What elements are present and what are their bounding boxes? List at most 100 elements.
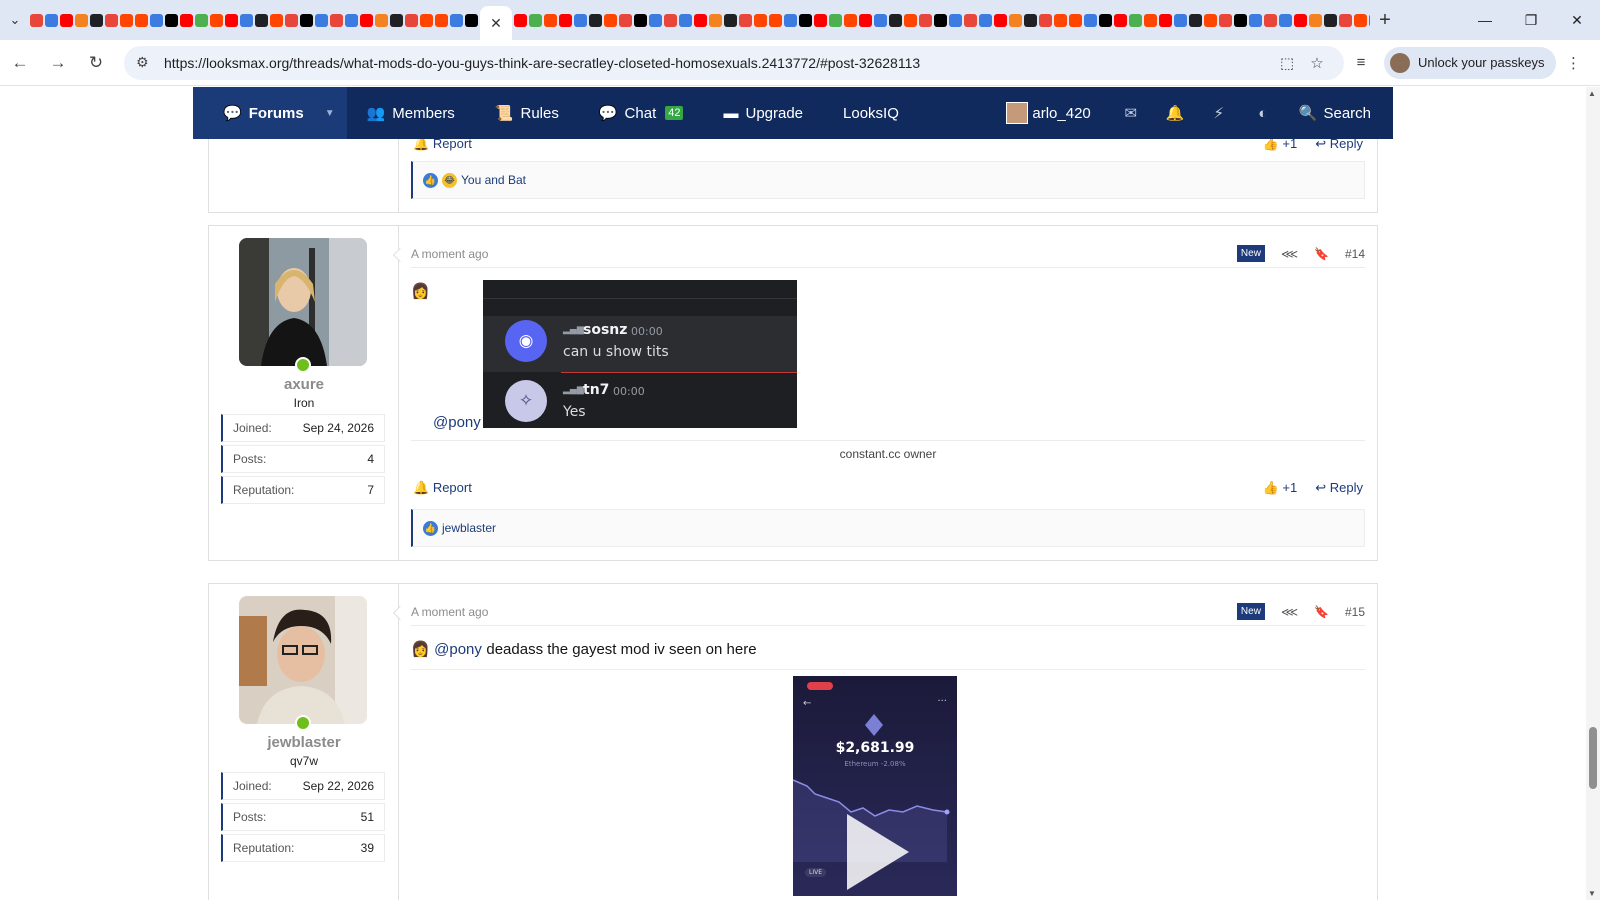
reply-button[interactable]: ↩ Reply: [1315, 480, 1363, 496]
tab-favicon-icon[interactable]: [1174, 13, 1187, 27]
mention-link[interactable]: @pony: [434, 641, 482, 658]
close-window-icon[interactable]: ✕: [1554, 0, 1600, 40]
install-app-icon[interactable]: ⬚: [1272, 54, 1302, 72]
tab-favicon-icon[interactable]: [180, 13, 193, 27]
tab-favicon-icon[interactable]: [799, 13, 812, 27]
bookmark-star-icon[interactable]: ☆: [1302, 54, 1332, 72]
tab-favicon-icon[interactable]: [589, 13, 602, 27]
tab-favicon-icon[interactable]: [195, 13, 208, 27]
post-number[interactable]: #15: [1345, 605, 1365, 619]
page-scrollbar[interactable]: ▲ ▼: [1586, 87, 1600, 900]
toggle-icon[interactable]: ◐: [1241, 105, 1285, 122]
passkey-button[interactable]: Unlock your passkeys: [1384, 46, 1557, 79]
tab-favicon-icon[interactable]: [964, 13, 977, 27]
scroll-up-icon[interactable]: ▲: [1588, 89, 1596, 98]
tab-favicon-icon[interactable]: [844, 13, 857, 27]
post-time[interactable]: A moment ago: [411, 247, 488, 261]
tab-favicon-icon[interactable]: [664, 13, 677, 27]
tab-favicon-icon[interactable]: [1324, 13, 1337, 27]
tab-favicon-icon[interactable]: [1009, 13, 1022, 27]
nav-chat[interactable]: 💬 Chat 42: [579, 87, 704, 139]
tab-favicon-icon[interactable]: [694, 13, 707, 27]
tab-favicon-icon[interactable]: [919, 13, 932, 27]
url-text[interactable]: https://looksmax.org/threads/what-mods-d…: [164, 55, 1272, 71]
active-tab-close-icon[interactable]: ✕: [480, 6, 512, 40]
username[interactable]: axure: [209, 376, 399, 393]
tab-favicon-icon[interactable]: [30, 13, 43, 27]
tab-favicon-icon[interactable]: [754, 13, 767, 27]
tab-favicon-icon[interactable]: [724, 13, 737, 27]
tab-favicon-icon[interactable]: [934, 13, 947, 27]
minimize-icon[interactable]: —: [1462, 0, 1508, 40]
tab-strip[interactable]: ✕: [30, 0, 1370, 40]
tab-favicon-icon[interactable]: [1159, 13, 1172, 27]
tab-favicon-icon[interactable]: [450, 13, 463, 27]
tab-favicon-icon[interactable]: [330, 13, 343, 27]
tab-favicon-icon[interactable]: [709, 13, 722, 27]
forward-icon[interactable]: →: [40, 45, 76, 81]
tab-favicon-icon[interactable]: [360, 13, 373, 27]
tab-favicon-icon[interactable]: [1219, 13, 1232, 27]
tab-favicon-icon[interactable]: [1144, 13, 1157, 27]
tab-favicon-icon[interactable]: [1234, 13, 1247, 27]
bell-icon[interactable]: 🔔: [1153, 104, 1197, 122]
tab-favicon-icon[interactable]: [994, 13, 1007, 27]
tab-favicon-icon[interactable]: [60, 13, 73, 27]
tab-favicon-icon[interactable]: [1189, 13, 1202, 27]
discord-screenshot[interactable]: ◉ ▂▄▆ sosnz 00:00 can u show tits ✧ ▂▄▆ …: [483, 280, 797, 428]
tab-favicon-icon[interactable]: [604, 13, 617, 27]
tab-favicon-icon[interactable]: [949, 13, 962, 27]
nav-looksiq[interactable]: LooksIQ: [823, 87, 919, 139]
tab-favicon-icon[interactable]: [784, 13, 797, 27]
tab-favicon-icon[interactable]: [210, 13, 223, 27]
tab-favicon-icon[interactable]: [405, 13, 418, 27]
tab-favicon-icon[interactable]: [739, 13, 752, 27]
tab-favicon-icon[interactable]: [75, 13, 88, 27]
restore-icon[interactable]: ❐: [1508, 0, 1554, 40]
tab-favicon-icon[interactable]: [300, 13, 313, 27]
tab-favicon-icon[interactable]: [1054, 13, 1067, 27]
tab-favicon-icon[interactable]: [634, 13, 647, 27]
upvote-button[interactable]: 👍 +1: [1263, 480, 1298, 496]
avatar[interactable]: [239, 238, 367, 366]
tab-favicon-icon[interactable]: [270, 13, 283, 27]
reactions-text[interactable]: You and Bat: [461, 173, 526, 187]
tab-favicon-icon[interactable]: [1099, 13, 1112, 27]
post-number[interactable]: #14: [1345, 247, 1365, 261]
scroll-down-icon[interactable]: ▼: [1588, 889, 1596, 898]
tab-favicon-icon[interactable]: [120, 13, 133, 27]
media-controls-icon[interactable]: ≡: [1344, 54, 1378, 71]
tab-favicon-icon[interactable]: [240, 13, 253, 27]
share-icon[interactable]: ⋘: [1281, 247, 1298, 261]
tab-favicon-icon[interactable]: [45, 13, 58, 27]
menu-kebab-icon[interactable]: ⋮: [1556, 54, 1590, 72]
tab-favicon-icon[interactable]: [904, 13, 917, 27]
scroll-thumb[interactable]: [1589, 727, 1597, 789]
mention-link[interactable]: @pony: [433, 414, 481, 431]
tab-favicon-icon[interactable]: [165, 13, 178, 27]
post-13-reactions[interactable]: 👍 😂 You and Bat: [411, 161, 1365, 199]
tab-favicon-icon[interactable]: [1354, 13, 1367, 27]
report-link[interactable]: 🔔 Report: [413, 480, 472, 496]
video-embed[interactable]: ← ··· $2,681.99 Ethereum -2.08% LIVE: [793, 676, 957, 896]
tab-favicon-icon[interactable]: [1294, 13, 1307, 27]
tab-favicon-icon[interactable]: [420, 13, 433, 27]
post-time[interactable]: A moment ago: [411, 605, 488, 619]
tab-favicon-icon[interactable]: [1114, 13, 1127, 27]
tab-favicon-icon[interactable]: [649, 13, 662, 27]
address-bar[interactable]: ⚙ https://looksmax.org/threads/what-mods…: [124, 45, 1344, 80]
tab-favicon-icon[interactable]: [1204, 13, 1217, 27]
nav-members[interactable]: 👥 Members: [347, 87, 475, 139]
tab-favicon-icon[interactable]: [1339, 13, 1352, 27]
tab-favicon-icon[interactable]: [574, 13, 587, 27]
tab-favicon-icon[interactable]: [889, 13, 902, 27]
caret-down-icon[interactable]: ▼: [325, 108, 335, 119]
nav-rules[interactable]: 📜 Rules: [475, 87, 579, 139]
tab-favicon-icon[interactable]: [1264, 13, 1277, 27]
tab-favicon-icon[interactable]: [315, 13, 328, 27]
tab-favicon-icon[interactable]: [679, 13, 692, 27]
tab-search-icon[interactable]: ⌄: [0, 0, 30, 40]
username[interactable]: jewblaster: [209, 734, 399, 751]
nav-forums[interactable]: 💬 Forums ▼: [193, 87, 347, 139]
tab-favicon-icon[interactable]: [1249, 13, 1262, 27]
